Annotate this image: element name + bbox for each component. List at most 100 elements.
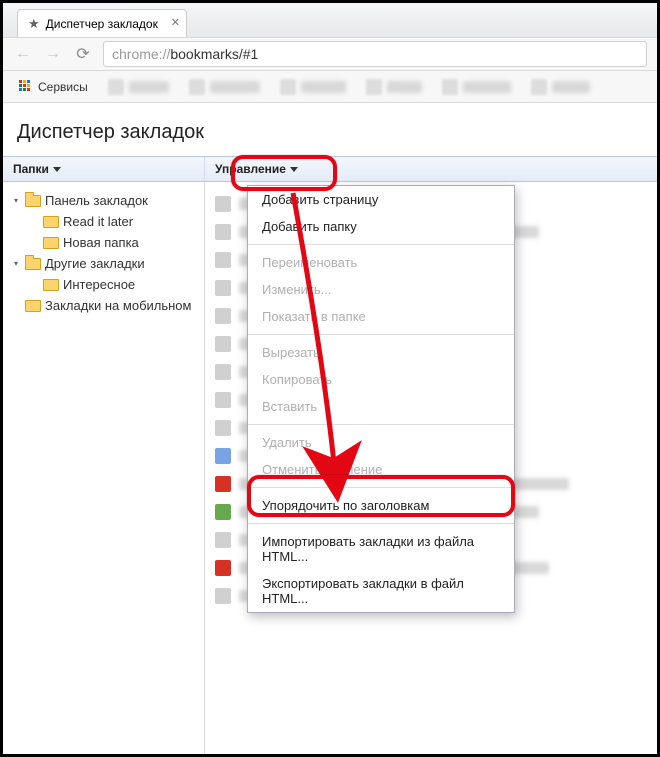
tree-spacer — [11, 301, 21, 311]
address-bar[interactable]: chrome://bookmarks/#1 — [103, 41, 647, 67]
favicon — [108, 79, 124, 95]
tab-title: Диспетчер закладок — [46, 17, 158, 31]
favicon — [215, 280, 231, 296]
favicon — [215, 224, 231, 240]
bookmark-item[interactable] — [274, 75, 352, 99]
favicon — [531, 79, 547, 95]
tree-item-label: Read it later — [63, 214, 133, 229]
folder-tree: ▾ Панель закладок Read it later Новая папка… — [3, 182, 205, 755]
disclosure-triangle-icon[interactable]: ▾ — [11, 259, 21, 269]
tree-item[interactable]: Read it later — [9, 211, 198, 232]
bookmark-label-blurred — [552, 81, 590, 93]
folder-icon — [25, 195, 41, 207]
favicon — [215, 252, 231, 268]
menu-item: Показать в папке — [248, 303, 514, 330]
toolbar: ← → ⟳ chrome://bookmarks/#1 — [3, 37, 657, 71]
menu-separator — [248, 244, 514, 245]
favicon — [189, 79, 205, 95]
menu-item: Переименовать — [248, 249, 514, 276]
bookmark-item[interactable] — [436, 75, 517, 99]
tree-item-label: Новая папка — [63, 235, 139, 250]
url-path: bookmarks/#1 — [170, 46, 258, 62]
forward-button[interactable]: → — [43, 44, 63, 64]
bookmark-item[interactable] — [102, 75, 175, 99]
manage-header[interactable]: Управление — [205, 157, 308, 181]
favicon — [215, 420, 231, 436]
bookmark-label-blurred — [129, 81, 169, 93]
bookmark-label-blurred — [463, 81, 511, 93]
close-icon[interactable]: ✕ — [171, 16, 180, 29]
favicon — [215, 364, 231, 380]
bookmark-label-blurred — [210, 81, 260, 93]
favicon — [215, 476, 231, 492]
menu-separator — [248, 523, 514, 524]
favicon — [215, 532, 231, 548]
menu-item: Отменить удаление — [248, 456, 514, 483]
menu-item: Копировать — [248, 366, 514, 393]
favicon — [280, 79, 296, 95]
folder-icon — [25, 258, 41, 270]
bookmark-item[interactable] — [360, 75, 428, 99]
folder-icon — [43, 279, 59, 291]
favicon — [215, 588, 231, 604]
chevron-down-icon — [290, 167, 298, 172]
manage-header-label: Управление — [215, 162, 286, 176]
menu-item: Вставить — [248, 393, 514, 420]
reload-button[interactable]: ⟳ — [73, 44, 93, 64]
tree-spacer — [29, 238, 39, 248]
menu-item[interactable]: Добавить страницу — [248, 186, 514, 213]
bookmark-label-blurred — [301, 81, 346, 93]
menu-separator — [248, 487, 514, 488]
menu-item[interactable]: Экспортировать закладки в файл HTML... — [248, 570, 514, 612]
star-icon: ★ — [28, 16, 40, 32]
menu-item[interactable]: Добавить папку — [248, 213, 514, 240]
tree-item[interactable]: Новая папка — [9, 232, 198, 253]
manager-header: Папки Управление — [3, 156, 657, 182]
bookmark-item[interactable] — [525, 75, 596, 99]
apps-label: Сервисы — [38, 80, 88, 94]
favicon — [215, 308, 231, 324]
favicon — [442, 79, 458, 95]
disclosure-triangle-icon[interactable]: ▾ — [11, 196, 21, 206]
url-scheme: chrome:// — [112, 46, 170, 62]
menu-item: Вырезать — [248, 339, 514, 366]
favicon — [215, 448, 231, 464]
apps-icon — [19, 80, 33, 94]
menu-item: Изменить... — [248, 276, 514, 303]
window-frame: ★ Диспетчер закладок ✕ ← → ⟳ chrome://bo… — [0, 0, 660, 757]
favicon — [215, 196, 231, 212]
tree-item-label: Интересное — [63, 277, 135, 292]
bookmark-label-blurred — [387, 81, 422, 93]
tree-item[interactable]: Закладки на мобильном — [9, 295, 198, 316]
menu-item[interactable]: Импортировать закладки из файла HTML... — [248, 528, 514, 570]
menu-separator — [248, 334, 514, 335]
bookmark-item[interactable] — [183, 75, 266, 99]
tree-item[interactable]: ▾ Панель закладок — [9, 190, 198, 211]
menu-item: Удалить — [248, 429, 514, 456]
favicon — [215, 560, 231, 576]
apps-shortcut[interactable]: Сервисы — [13, 76, 94, 98]
tree-item-label: Панель закладок — [45, 193, 148, 208]
favicon — [215, 336, 231, 352]
folder-icon — [25, 300, 41, 312]
page-title: Диспетчер закладок — [3, 103, 657, 156]
folders-header[interactable]: Папки — [3, 157, 205, 181]
tree-spacer — [29, 217, 39, 227]
folders-header-label: Папки — [13, 162, 49, 176]
tree-spacer — [29, 280, 39, 290]
manage-dropdown-menu: Добавить страницуДобавить папку Переимено… — [247, 185, 515, 613]
tab-strip: ★ Диспетчер закладок ✕ — [3, 3, 657, 37]
browser-tab[interactable]: ★ Диспетчер закладок ✕ — [17, 9, 187, 37]
favicon — [215, 504, 231, 520]
menu-item[interactable]: Упорядочить по заголовкам — [248, 492, 514, 519]
tree-item[interactable]: ▾ Другие закладки — [9, 253, 198, 274]
tree-item[interactable]: Интересное — [9, 274, 198, 295]
menu-separator — [248, 424, 514, 425]
tree-item-label: Закладки на мобильном — [45, 298, 191, 313]
chevron-down-icon — [53, 167, 61, 172]
tree-item-label: Другие закладки — [45, 256, 145, 271]
folder-icon — [43, 237, 59, 249]
back-button[interactable]: ← — [13, 44, 33, 64]
favicon — [215, 392, 231, 408]
bookmarks-bar: Сервисы — [3, 71, 657, 103]
